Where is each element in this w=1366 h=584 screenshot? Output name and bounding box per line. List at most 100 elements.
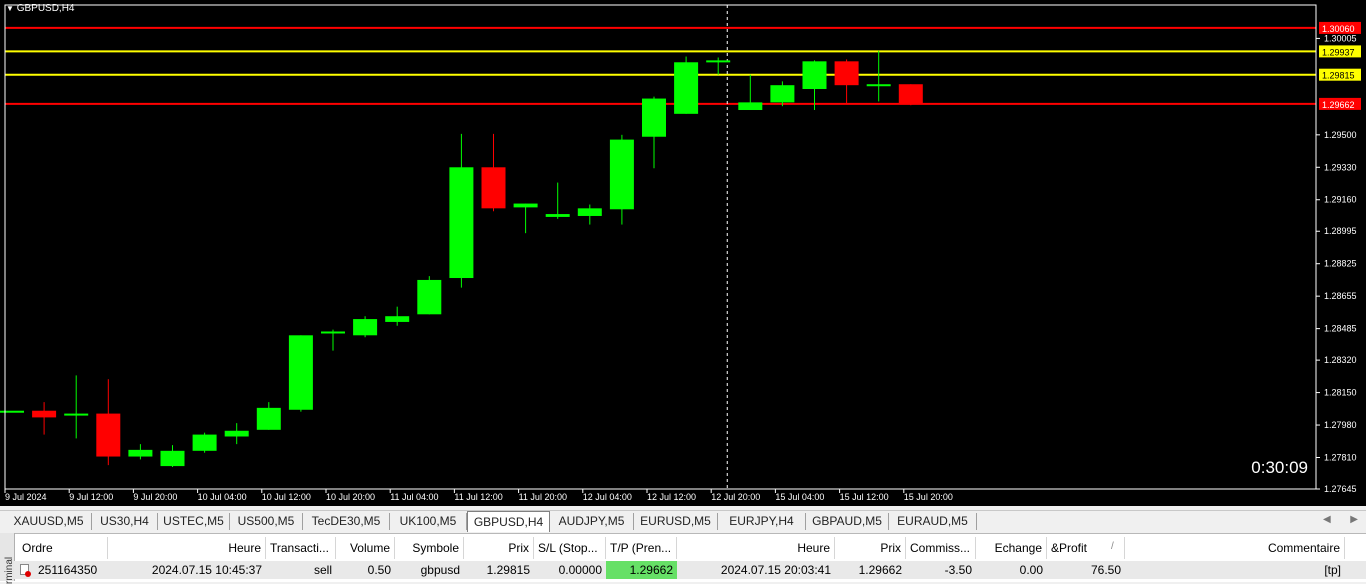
- y-tick-label: 1.27980: [1324, 420, 1357, 430]
- candle-body: [577, 208, 602, 216]
- y-tick-label: 1.28150: [1324, 388, 1357, 398]
- chart-tab[interactable]: GBPAUD,M5: [806, 513, 889, 530]
- trade-cell: 2024.07.15 20:03:41: [720, 563, 831, 577]
- x-tick-label: 12 Jul 04:00: [583, 492, 632, 502]
- terminal-side-label[interactable]: rminal: [0, 533, 15, 584]
- chart-tab[interactable]: XAUUSD,M5: [6, 513, 92, 530]
- chart-title: ▼ GBPUSD,H4: [6, 3, 75, 14]
- x-tick-label: 10 Jul 20:00: [326, 492, 375, 502]
- sort-indicator-icon: /: [1111, 541, 1114, 552]
- y-tick-label: 1.29500: [1324, 130, 1357, 140]
- y-tick-label: 1.28995: [1324, 226, 1357, 236]
- y-tick-label: 1.30005: [1324, 33, 1357, 43]
- chart-canvas[interactable]: 1.30060 1.29937 1.29815 1.29662 1.30005 1.295…: [0, 0, 1366, 506]
- column-header[interactable]: Echange: [976, 537, 1047, 559]
- trade-cell: 0.00: [1019, 563, 1043, 577]
- y-tick-label: 1.28485: [1324, 324, 1357, 334]
- candle-body: [513, 203, 538, 208]
- chart-tab[interactable]: US30,H4: [92, 513, 158, 530]
- column-header[interactable]: Symbole: [395, 537, 464, 559]
- trade-cell: 0.00000: [558, 563, 602, 577]
- candle-body: [609, 139, 634, 210]
- column-header[interactable]: Ordre: [14, 537, 108, 559]
- chart-tabs-bar: XAUUSD,M5 US30,H4 USTEC,M5 US500,M5 TecDE30,…: [0, 510, 1366, 532]
- chart-tab[interactable]: USTEC,M5: [158, 513, 230, 530]
- tab-scroll-left-icon[interactable]: ◀: [1323, 514, 1331, 525]
- column-header[interactable]: Transacti...: [266, 537, 336, 559]
- column-header[interactable]: Heure: [677, 537, 835, 559]
- candle-body: [385, 316, 410, 322]
- x-tick-label: 12 Jul 20:00: [711, 492, 760, 502]
- x-tick-label: 11 Jul 12:00: [454, 492, 502, 502]
- price-level-label: 1.29662: [1322, 100, 1355, 110]
- column-header[interactable]: Prix: [835, 537, 906, 559]
- price-level-label: 1.29937: [1322, 47, 1355, 57]
- candle-countdown-timer: 0:30:09: [1251, 458, 1308, 477]
- trade-cell: 0.50: [367, 563, 391, 577]
- tab-scroll-arrows[interactable]: ◀ ▶: [1323, 514, 1358, 525]
- trade-cell: 1.29662: [858, 563, 902, 577]
- x-tick-label: 15 Jul 12:00: [840, 492, 889, 502]
- y-tick-label: 1.28320: [1324, 355, 1357, 365]
- chart-tab[interactable]: EURJPY,H4: [718, 513, 806, 530]
- column-header[interactable]: Volume: [336, 537, 395, 559]
- candle-body: [128, 449, 153, 457]
- trade-cell: 76.50: [1090, 563, 1121, 577]
- column-header[interactable]: S/L (Stop...: [534, 537, 606, 559]
- column-header[interactable]: T/P (Pren...: [606, 537, 677, 559]
- candle-body: [770, 85, 795, 103]
- candle-body: [449, 167, 474, 279]
- chart-tab[interactable]: US500,M5: [230, 513, 303, 530]
- chart-symbol-label: GBPUSD,H4: [16, 3, 75, 14]
- price-chart[interactable]: 1.30060 1.29937 1.29815 1.29662 1.30005 1.295…: [0, 0, 1366, 506]
- candle-body: [674, 62, 699, 114]
- tab-scroll-right-icon[interactable]: ▶: [1350, 514, 1358, 525]
- candle-body: [192, 434, 217, 451]
- candle-body: [288, 335, 313, 410]
- trade-cell: 2024.07.15 10:45:37: [151, 563, 262, 577]
- column-header[interactable]: Commiss...: [906, 537, 976, 559]
- candle-body: [738, 102, 763, 111]
- candle-body: [898, 84, 923, 104]
- x-tick-label: 11 Jul 04:00: [390, 492, 438, 502]
- trade-cell: -3.50: [944, 563, 972, 577]
- y-tick-label: 1.28655: [1324, 291, 1357, 301]
- column-header[interactable]: Prix: [464, 537, 534, 559]
- candle-body: [417, 279, 442, 315]
- x-tick-label: 12 Jul 12:00: [647, 492, 696, 502]
- candle-body: [96, 413, 121, 457]
- candle-body: [0, 410, 24, 413]
- chart-tab[interactable]: TecDE30,M5: [303, 513, 390, 530]
- column-header[interactable]: Commentaire: [1125, 537, 1345, 559]
- chart-menu-triangle-icon[interactable]: ▼: [6, 4, 14, 13]
- candle-body: [866, 84, 891, 87]
- candle-body: [802, 61, 827, 90]
- candle-body: [706, 60, 731, 63]
- trade-cell: 1.29662: [606, 561, 677, 579]
- candle-body: [545, 214, 570, 217]
- y-tick-label: 1.29160: [1324, 195, 1357, 205]
- candle-body: [224, 430, 249, 437]
- x-tick-label: 9 Jul 20:00: [133, 492, 177, 502]
- x-tick-label: 10 Jul 12:00: [262, 492, 311, 502]
- x-tick-label: 15 Jul 04:00: [775, 492, 824, 502]
- trade-cell: sell: [313, 563, 332, 577]
- x-tick-label: 10 Jul 04:00: [198, 492, 247, 502]
- chart-tab[interactable]: AUDJPY,M5: [550, 513, 634, 530]
- candle-body: [353, 319, 378, 336]
- chart-tab[interactable]: EURUSD,M5: [634, 513, 718, 530]
- candle-body: [642, 98, 666, 137]
- chart-tab[interactable]: EURAUD,M5: [889, 513, 977, 530]
- x-tick-label: 9 Jul 12:00: [69, 492, 113, 502]
- plot-frame: [4, 4, 1317, 490]
- y-tick-label: 1.28825: [1324, 259, 1357, 269]
- trade-cell: [tp]: [1324, 563, 1341, 577]
- y-tick-label: 1.27810: [1324, 452, 1357, 462]
- candle-body: [834, 61, 859, 86]
- trade-cell: 1.29815: [486, 563, 530, 577]
- chart-tab[interactable]: GBPUSD,H4: [467, 511, 550, 532]
- y-tick-label: 1.27645: [1324, 484, 1357, 494]
- chart-tab[interactable]: UK100,M5: [390, 513, 467, 530]
- x-tick-label: 11 Jul 20:00: [519, 492, 567, 502]
- column-header[interactable]: Heure: [108, 537, 266, 559]
